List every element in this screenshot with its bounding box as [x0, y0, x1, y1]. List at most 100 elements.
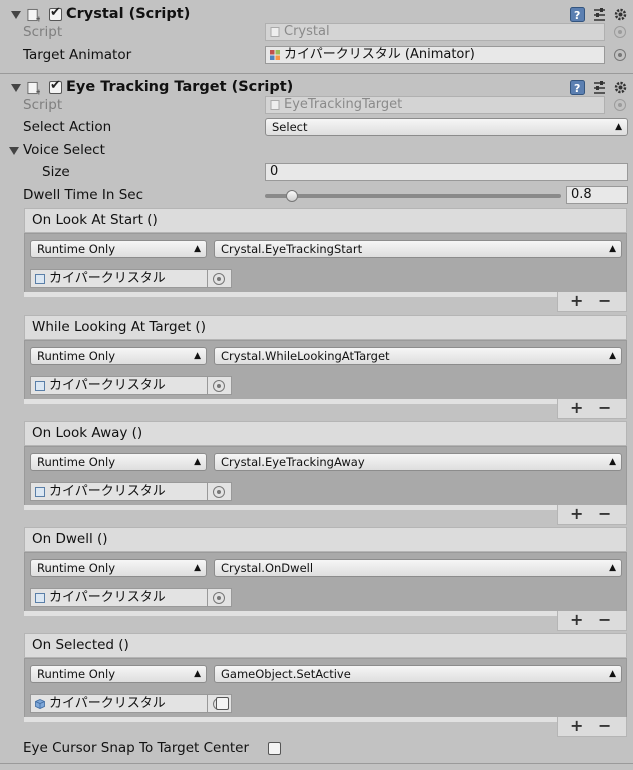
gameobject-cube-icon	[35, 699, 45, 709]
event-title-bar: On Dwell ()	[24, 527, 627, 552]
voice-select-label[interactable]: Voice Select	[23, 141, 105, 159]
svg-text:+: +	[35, 14, 40, 23]
svg-text:?: ?	[574, 9, 580, 22]
event-footer: + −	[557, 717, 627, 737]
crystal-script-picker-icon	[614, 26, 626, 38]
event-title-bar: On Look At Start ()	[24, 208, 627, 233]
svg-text:+: +	[35, 87, 40, 96]
function-dropdown[interactable]: Crystal.WhileLookingAtTarget ▲	[214, 347, 622, 365]
event-footer: + −	[557, 399, 627, 419]
bottom-divider	[0, 763, 633, 764]
add-listener-button[interactable]: +	[570, 611, 583, 629]
prefab-icon	[35, 593, 45, 603]
crystal-foldout-icon[interactable]	[11, 11, 21, 19]
object-picker-icon[interactable]	[213, 273, 225, 285]
prefab-icon	[35, 381, 45, 391]
script-component-icon: +	[27, 81, 40, 95]
dwell-slider-thumb[interactable]	[285, 190, 298, 202]
event-separator	[24, 717, 627, 722]
remove-listener-button[interactable]: −	[598, 611, 611, 629]
dropdown-arrow-icon: ▲	[609, 563, 616, 573]
dropdown-arrow-icon: ▲	[615, 122, 622, 132]
remove-listener-button[interactable]: −	[598, 717, 611, 735]
target-animator-field[interactable]: カイパークリスタル (Animator)	[265, 46, 605, 64]
preset-sliders-icon[interactable]	[592, 80, 607, 95]
function-dropdown[interactable]: GameObject.SetActive ▲	[214, 665, 622, 683]
event-separator	[24, 505, 627, 510]
remove-listener-button[interactable]: −	[598, 292, 611, 310]
event-body: Runtime Only ▲ Crystal.EyeTrackingStart ▲ …	[24, 233, 627, 295]
add-listener-button[interactable]: +	[570, 292, 583, 310]
target-object-field[interactable]: カイパークリスタル	[30, 694, 208, 713]
dwell-value-input[interactable]: 0.8	[566, 186, 628, 204]
target-picker[interactable]	[208, 269, 232, 288]
prefab-icon	[35, 274, 45, 284]
crystal-enabled-checkbox[interactable]	[49, 5, 62, 21]
event-title-bar: On Look Away ()	[24, 421, 627, 446]
help-icon[interactable]: ?	[570, 80, 585, 95]
add-listener-button[interactable]: +	[570, 399, 583, 417]
snap-to-center-checkbox[interactable]	[268, 742, 281, 755]
eye-foldout-icon[interactable]	[11, 84, 21, 92]
dropdown-arrow-icon: ▲	[609, 351, 616, 361]
eye-enabled-checkbox[interactable]	[49, 78, 62, 94]
target-object-field[interactable]: カイパークリスタル	[30, 588, 208, 607]
dropdown-arrow-icon: ▲	[194, 563, 201, 573]
add-listener-button[interactable]: +	[570, 717, 583, 735]
remove-listener-button[interactable]: −	[598, 399, 611, 417]
dropdown-arrow-icon: ▲	[609, 669, 616, 679]
dropdown-arrow-icon: ▲	[194, 669, 201, 679]
select-action-label: Select Action	[23, 119, 112, 135]
script-component-icon: +	[27, 8, 40, 22]
voice-select-foldout-icon[interactable]	[9, 147, 19, 155]
event-title-bar: On Selected ()	[24, 633, 627, 658]
event-separator	[24, 399, 627, 404]
function-dropdown[interactable]: Crystal.EyeTrackingAway ▲	[214, 453, 622, 471]
dropdown-arrow-icon: ▲	[609, 457, 616, 467]
dwell-time-label: Dwell Time In Sec	[23, 187, 143, 203]
target-object-field[interactable]: カイパークリスタル	[30, 482, 208, 501]
size-input[interactable]: 0	[265, 163, 628, 181]
script-file-icon	[270, 100, 280, 110]
gear-icon[interactable]	[613, 80, 628, 95]
runtime-mode-dropdown[interactable]: Runtime Only ▲	[30, 559, 207, 577]
target-picker[interactable]	[208, 588, 232, 607]
select-action-dropdown[interactable]: Select ▲	[265, 118, 628, 136]
dropdown-arrow-icon: ▲	[194, 457, 201, 467]
dwell-slider-track[interactable]	[265, 194, 561, 198]
object-picker-icon[interactable]	[213, 486, 225, 498]
prefab-icon	[35, 487, 45, 497]
runtime-mode-dropdown[interactable]: Runtime Only ▲	[30, 347, 207, 365]
target-animator-picker-icon[interactable]	[614, 49, 626, 61]
gear-icon[interactable]	[613, 7, 628, 22]
target-picker[interactable]	[208, 482, 232, 501]
object-picker-icon[interactable]	[213, 380, 225, 392]
function-dropdown[interactable]: Crystal.OnDwell ▲	[214, 559, 622, 577]
set-active-bool-checkbox[interactable]	[216, 697, 229, 710]
help-icon[interactable]: ?	[570, 7, 585, 22]
target-object-field[interactable]: カイパークリスタル	[30, 376, 208, 395]
size-label: Size	[42, 164, 70, 180]
add-listener-button[interactable]: +	[570, 505, 583, 523]
eye-script-label: Script	[23, 97, 63, 113]
svg-text:?: ?	[574, 82, 580, 95]
target-animator-label: Target Animator	[23, 47, 132, 63]
script-file-icon	[270, 27, 280, 37]
target-picker[interactable]	[208, 376, 232, 395]
remove-listener-button[interactable]: −	[598, 505, 611, 523]
runtime-mode-dropdown[interactable]: Runtime Only ▲	[30, 240, 207, 258]
event-footer: + −	[557, 292, 627, 312]
event-body: Runtime Only ▲ Crystal.WhileLookingAtTarg…	[24, 340, 627, 402]
dropdown-arrow-icon: ▲	[194, 244, 201, 254]
crystal-script-label: Script	[23, 24, 63, 40]
event-body: Runtime Only ▲ Crystal.EyeTrackingAway ▲ カ…	[24, 446, 627, 508]
eye-script-picker-icon	[614, 99, 626, 111]
preset-sliders-icon[interactable]	[592, 7, 607, 22]
object-picker-icon[interactable]	[213, 592, 225, 604]
target-object-field[interactable]: カイパークリスタル	[30, 269, 208, 288]
crystal-component-title: Crystal (Script)	[66, 6, 191, 22]
runtime-mode-dropdown[interactable]: Runtime Only ▲	[30, 665, 207, 683]
runtime-mode-dropdown[interactable]: Runtime Only ▲	[30, 453, 207, 471]
function-dropdown[interactable]: Crystal.EyeTrackingStart ▲	[214, 240, 622, 258]
event-footer: + −	[557, 611, 627, 631]
